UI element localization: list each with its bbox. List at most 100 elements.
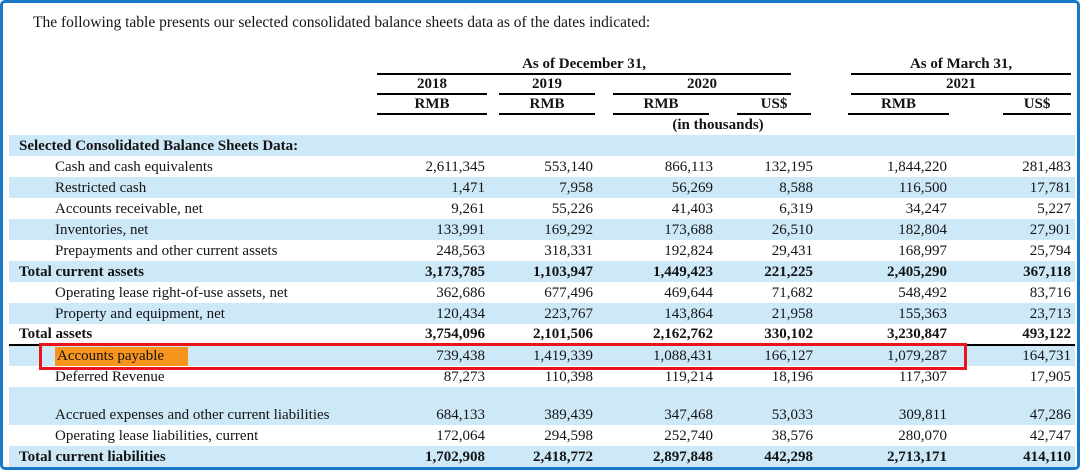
- value-cell: 56,269: [597, 177, 717, 198]
- value-cell: 83,716: [951, 282, 1075, 303]
- section-header: Selected Consolidated Balance Sheets Dat…: [9, 135, 1075, 156]
- value-cell: 281,483: [951, 156, 1075, 177]
- table-row: Deferred Revenue87,273110,398119,21418,1…: [9, 366, 1075, 387]
- value-cell: 414,110: [951, 446, 1075, 467]
- row-label: Total assets: [9, 324, 361, 345]
- value-cell: 116,500: [817, 177, 951, 198]
- row-label: Operating lease liabilities, current: [9, 425, 361, 446]
- value-cell: 41,403: [597, 198, 717, 219]
- value-cell: 119,214: [597, 366, 717, 387]
- table-row: Accounts receivable, net9,26155,22641,40…: [9, 198, 1075, 219]
- spacer-cell: [9, 95, 361, 115]
- value-cell: 684,133: [361, 387, 489, 425]
- value-cell: 1,079,287: [817, 345, 951, 366]
- section-header-row: Selected Consolidated Balance Sheets Dat…: [9, 135, 1075, 156]
- value-cell: 18,196: [717, 366, 817, 387]
- currency-header: RMB: [489, 95, 597, 115]
- table-row: Property and equipment, net120,434223,76…: [9, 303, 1075, 324]
- row-label: Deferred Revenue: [9, 366, 361, 387]
- value-cell: 248,563: [361, 240, 489, 261]
- currency-header: RMB: [817, 95, 951, 115]
- value-cell: 677,496: [489, 282, 597, 303]
- table-header: As of December 31, As of March 31, 2018 …: [9, 55, 1075, 135]
- document-frame: The following table presents our selecte…: [0, 0, 1080, 470]
- value-cell: 1,844,220: [817, 156, 951, 177]
- value-cell: 2,611,345: [361, 156, 489, 177]
- value-cell: 27,901: [951, 219, 1075, 240]
- table-row: Total assets3,754,0962,101,5062,162,7623…: [9, 324, 1075, 345]
- row-label: Inventories, net: [9, 219, 361, 240]
- value-cell: 362,686: [361, 282, 489, 303]
- value-cell: 553,140: [489, 156, 597, 177]
- value-cell: 38,576: [717, 425, 817, 446]
- value-cell: 2,897,848: [597, 446, 717, 467]
- value-cell: 17,781: [951, 177, 1075, 198]
- value-cell: 1,088,431: [597, 345, 717, 366]
- group-header-december: As of December 31,: [361, 55, 817, 75]
- value-cell: 168,997: [817, 240, 951, 261]
- value-cell: 34,247: [817, 198, 951, 219]
- value-cell: 55,226: [489, 198, 597, 219]
- table-row: Restricted cash1,4717,95856,2698,588116,…: [9, 177, 1075, 198]
- value-cell: 1,702,908: [361, 446, 489, 467]
- value-cell: 2,418,772: [489, 446, 597, 467]
- value-cell: 347,468: [597, 387, 717, 425]
- row-label: Cash and cash equivalents: [9, 156, 361, 177]
- year-header-2020: 2020: [597, 75, 817, 95]
- table-row: Operating lease liabilities, current172,…: [9, 425, 1075, 446]
- row-label: Operating lease right-of-use assets, net: [9, 282, 361, 303]
- highlighted-label: Accounts payable: [55, 347, 188, 366]
- value-cell: 29,431: [717, 240, 817, 261]
- value-cell: 164,731: [951, 345, 1075, 366]
- row-label: Total current liabilities: [9, 446, 361, 467]
- year-header-2019: 2019: [489, 75, 597, 95]
- currency-header: US$: [951, 95, 1075, 115]
- value-cell: 182,804: [817, 219, 951, 240]
- value-cell: 389,439: [489, 387, 597, 425]
- group-header-row: As of December 31, As of March 31,: [9, 55, 1075, 75]
- value-cell: 8,588: [717, 177, 817, 198]
- value-cell: 110,398: [489, 366, 597, 387]
- value-cell: 9,261: [361, 198, 489, 219]
- value-cell: 87,273: [361, 366, 489, 387]
- value-cell: 21,958: [717, 303, 817, 324]
- units-note: (in thousands): [361, 115, 1075, 135]
- value-cell: 252,740: [597, 425, 717, 446]
- spacer-cell: [9, 55, 361, 75]
- group-label-december: As of December 31,: [377, 56, 791, 75]
- value-cell: 5,227: [951, 198, 1075, 219]
- spacer-cell: [9, 75, 361, 95]
- row-label: Total current assets: [9, 261, 361, 282]
- table-row: Operating lease right-of-use assets, net…: [9, 282, 1075, 303]
- value-cell: 367,118: [951, 261, 1075, 282]
- table-row: Accounts payable739,4381,419,3391,088,43…: [9, 345, 1075, 366]
- value-cell: 330,102: [717, 324, 817, 345]
- value-cell: 1,419,339: [489, 345, 597, 366]
- value-cell: 3,754,096: [361, 324, 489, 345]
- row-label: Accrued expenses and other current liabi…: [9, 387, 361, 425]
- table-row: Total current liabilities1,702,9082,418,…: [9, 446, 1075, 467]
- table-row: Inventories, net133,991169,292173,68826,…: [9, 219, 1075, 240]
- value-cell: 132,195: [717, 156, 817, 177]
- row-label: Restricted cash: [9, 177, 361, 198]
- value-cell: 442,298: [717, 446, 817, 467]
- currency-header: US$: [717, 95, 817, 115]
- table-row: Prepayments and other current assets248,…: [9, 240, 1075, 261]
- table-row: Accrued expenses and other current liabi…: [9, 387, 1075, 425]
- value-cell: 47,286: [951, 387, 1075, 425]
- value-cell: 6,319: [717, 198, 817, 219]
- value-cell: 493,122: [951, 324, 1075, 345]
- value-cell: 1,471: [361, 177, 489, 198]
- value-cell: 25,794: [951, 240, 1075, 261]
- group-header-march: As of March 31,: [817, 55, 1075, 75]
- value-cell: 155,363: [817, 303, 951, 324]
- value-cell: 143,864: [597, 303, 717, 324]
- value-cell: 866,113: [597, 156, 717, 177]
- value-cell: 166,127: [717, 345, 817, 366]
- table-row: Cash and cash equivalents2,611,345553,14…: [9, 156, 1075, 177]
- value-cell: 42,747: [951, 425, 1075, 446]
- row-label: Prepayments and other current assets: [9, 240, 361, 261]
- currency-header: RMB: [361, 95, 489, 115]
- value-cell: 53,033: [717, 387, 817, 425]
- value-cell: 26,510: [717, 219, 817, 240]
